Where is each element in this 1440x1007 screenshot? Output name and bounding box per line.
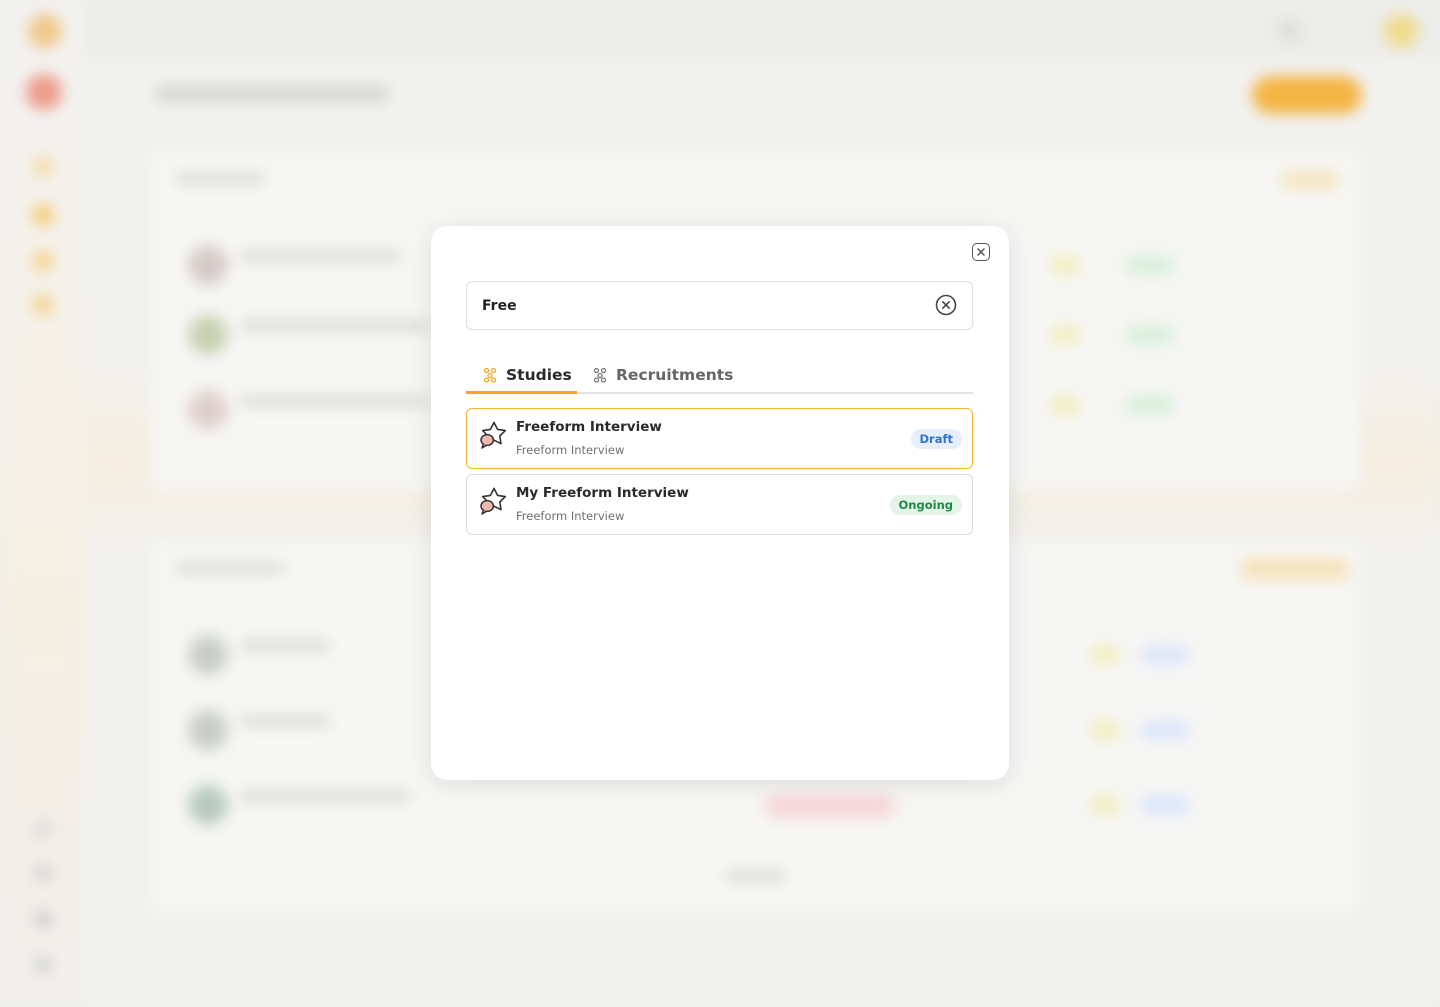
search-result-item[interactable]: Freeform Interview Freeform Interview Dr… <box>466 408 973 469</box>
circle-x-icon <box>935 294 957 316</box>
close-x-icon <box>977 248 985 256</box>
tab-studies[interactable]: Studies <box>466 358 577 394</box>
people-network-icon <box>483 367 497 383</box>
people-network-icon <box>593 367 607 383</box>
background-sidebar <box>0 0 86 1007</box>
background-cta <box>1252 76 1362 114</box>
result-title: Freeform Interview <box>516 419 662 435</box>
result-subtitle: Freeform Interview <box>516 509 625 523</box>
close-modal-button[interactable] <box>972 243 990 261</box>
tab-recruitments[interactable]: Recruitments <box>592 358 733 392</box>
background-title <box>155 85 390 103</box>
search-input[interactable] <box>482 282 912 329</box>
result-title: My Freeform Interview <box>516 485 689 501</box>
background-topbar <box>86 0 1440 60</box>
status-badge: Ongoing <box>889 495 962 515</box>
search-modal: Studies Recruitments Freeform Interview … <box>431 226 1009 780</box>
clear-search-button[interactable] <box>935 294 957 316</box>
search-result-item[interactable]: My Freeform Interview Freeform Interview… <box>466 474 973 535</box>
search-box <box>466 281 973 330</box>
status-badge: Draft <box>910 429 962 449</box>
result-tabs: Studies Recruitments <box>466 358 973 394</box>
chat-star-icon <box>480 487 507 515</box>
chat-star-icon <box>480 421 507 449</box>
tab-studies-label: Studies <box>506 365 572 384</box>
result-subtitle: Freeform Interview <box>516 443 625 457</box>
tab-recruitments-label: Recruitments <box>616 366 734 384</box>
